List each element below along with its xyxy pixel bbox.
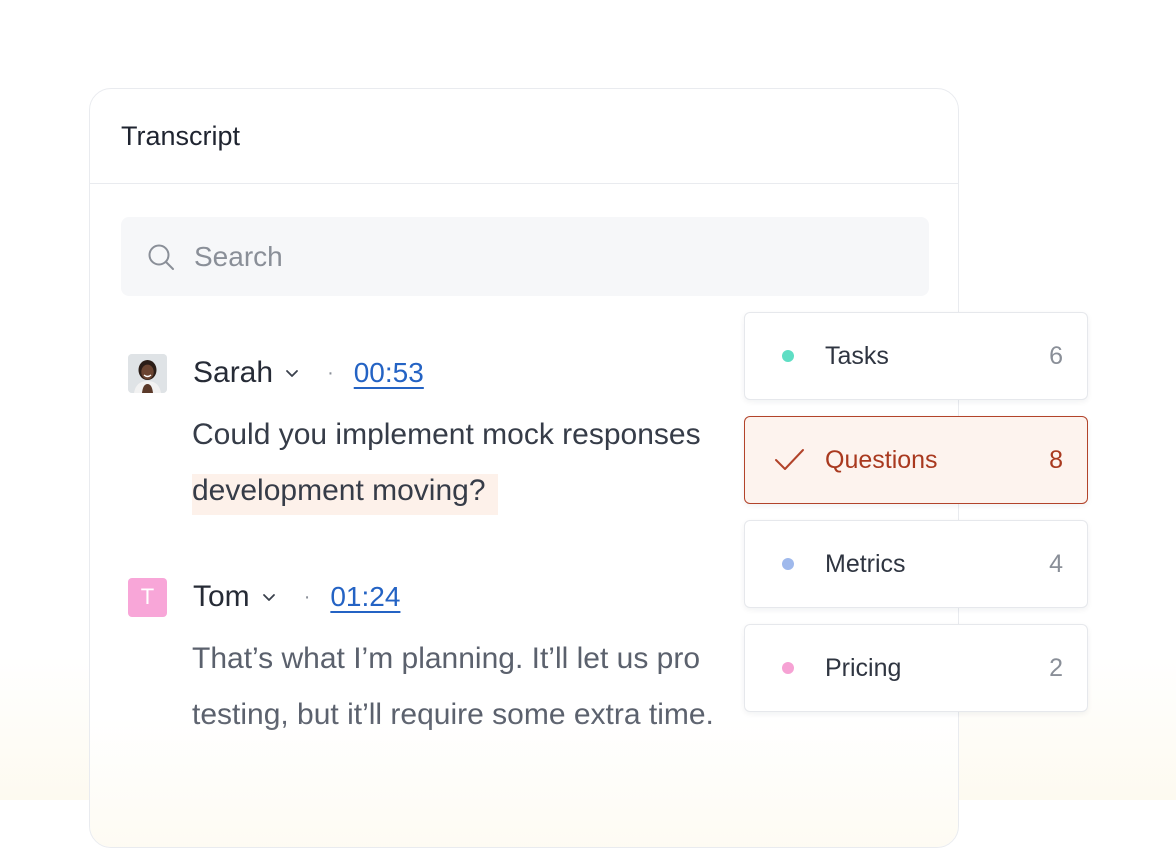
filter-label: Tasks	[825, 341, 889, 370]
filter-label: Questions	[825, 445, 938, 474]
pricing-dot-icon	[782, 662, 794, 674]
tasks-dot-icon	[782, 350, 794, 362]
search-box[interactable]	[121, 217, 929, 296]
separator-dot: ·	[303, 585, 311, 608]
filter-questions[interactable]: Questions 8	[744, 416, 1088, 504]
filter-count: 2	[1049, 653, 1063, 682]
check-icon	[773, 447, 806, 473]
search-icon	[147, 243, 175, 271]
page-title: Transcript	[121, 120, 241, 151]
filter-pricing[interactable]: Pricing 2	[744, 624, 1088, 712]
speaker-name: Sarah	[193, 356, 274, 389]
filter-label: Pricing	[825, 653, 902, 682]
filter-count: 4	[1049, 549, 1063, 578]
filter-count: 6	[1049, 341, 1063, 370]
filter-metrics[interactable]: Metrics 4	[744, 520, 1088, 608]
avatar: T	[128, 577, 167, 617]
filter-tasks[interactable]: Tasks 6	[744, 312, 1088, 400]
metrics-dot-icon	[782, 558, 794, 570]
avatar-initial: T	[140, 584, 155, 609]
highlighted-text: development moving?	[192, 474, 498, 515]
transcript-header: Transcript	[90, 89, 958, 184]
filter-label: Metrics	[825, 549, 906, 578]
timestamp-link[interactable]: 01:24	[330, 581, 400, 613]
chevron-down-icon[interactable]	[283, 364, 301, 382]
chevron-down-icon[interactable]	[260, 588, 278, 606]
speaker-name: Tom	[193, 580, 250, 613]
filter-count: 8	[1049, 445, 1063, 474]
timestamp-link[interactable]: 00:53	[354, 357, 424, 389]
separator-dot: ·	[327, 361, 334, 384]
search-input[interactable]	[194, 240, 794, 273]
avatar	[128, 353, 167, 393]
